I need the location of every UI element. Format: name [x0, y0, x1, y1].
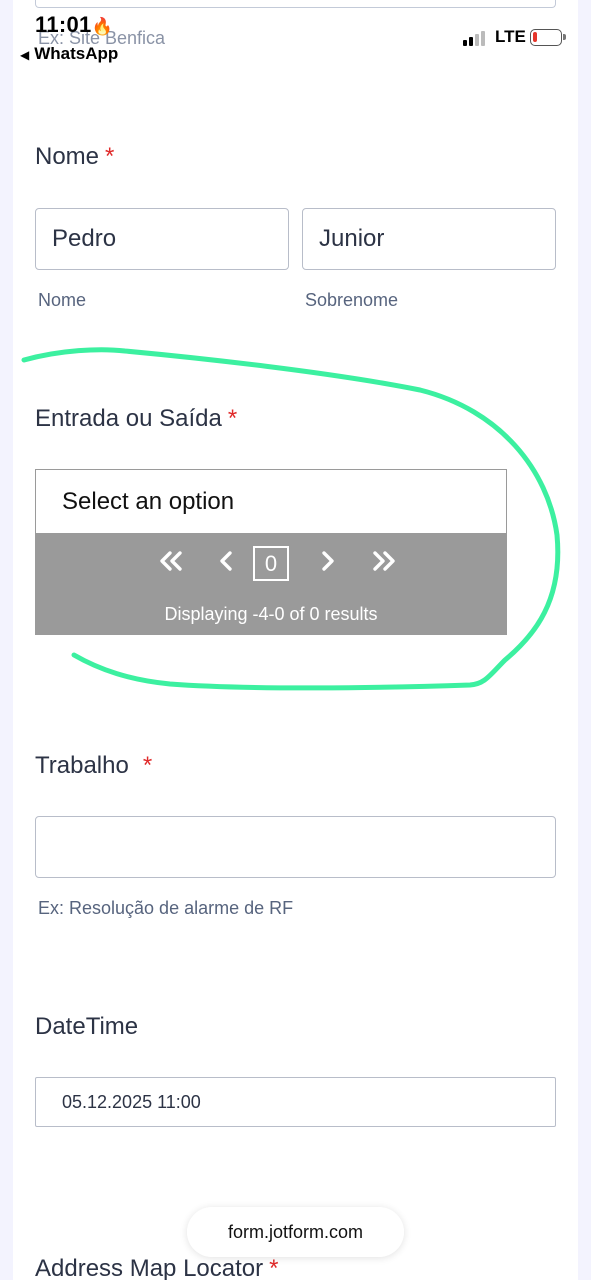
double-chevron-right-icon[interactable] — [371, 546, 397, 582]
signal-icon — [463, 30, 489, 46]
work-input[interactable] — [35, 816, 556, 878]
name-label: Nome * — [35, 143, 114, 171]
work-hint: Ex: Resolução de alarme de RF — [38, 898, 294, 918]
required-mark: * — [142, 752, 153, 779]
pager-results-info: Displaying -4-0 of 0 results — [164, 604, 378, 624]
datetime-label: DateTime — [35, 1013, 139, 1040]
back-to-app-link[interactable]: ◀ WhatsApp — [20, 44, 118, 64]
chevron-right-icon[interactable] — [319, 546, 337, 582]
back-triangle-icon: ◀ — [20, 48, 30, 62]
entry-exit-select[interactable]: Select an option — [35, 469, 507, 534]
required-mark: * — [269, 1255, 279, 1280]
address-label: Address Map Locator * — [35, 1255, 278, 1280]
last-name-input[interactable]: Junior — [302, 208, 556, 270]
work-label-text: Trabalho — [35, 752, 129, 779]
name-label-text: Nome — [35, 143, 100, 170]
status-bar: Ex: Site Benfica 11:01🔥 ◀ WhatsApp LTE — [0, 0, 591, 70]
browser-url-bar[interactable]: form.jotform.com — [187, 1207, 404, 1257]
address-label-text: Address Map Locator — [35, 1255, 264, 1280]
flame-icon: 🔥 — [91, 17, 114, 36]
battery-icon — [530, 29, 566, 46]
status-time-text: 11:01 — [35, 12, 92, 37]
status-time: 11:01🔥 — [35, 12, 113, 38]
entry-exit-select-widget: Select an option 0 Displaying -4-0 of 0 … — [35, 469, 507, 635]
work-label: Trabalho * — [35, 752, 152, 780]
network-type: LTE — [495, 27, 526, 46]
entry-exit-label: Entrada ou Saída * — [35, 405, 237, 433]
first-name-sublabel: Nome — [38, 290, 87, 310]
back-app-label: WhatsApp — [34, 44, 119, 63]
entry-exit-label-text: Entrada ou Saída — [35, 405, 222, 432]
double-chevron-left-icon[interactable] — [158, 546, 184, 582]
page-number-input[interactable]: 0 — [253, 546, 289, 581]
select-pager: 0 Displaying -4-0 of 0 results — [35, 534, 507, 635]
required-mark: * — [227, 405, 238, 432]
datetime-input[interactable]: 05.12.2025 11:00 — [35, 1077, 556, 1127]
first-name-input[interactable]: Pedro — [35, 208, 289, 270]
chevron-left-icon[interactable] — [217, 546, 235, 582]
last-name-sublabel: Sobrenome — [305, 290, 399, 310]
required-mark: * — [105, 143, 115, 170]
